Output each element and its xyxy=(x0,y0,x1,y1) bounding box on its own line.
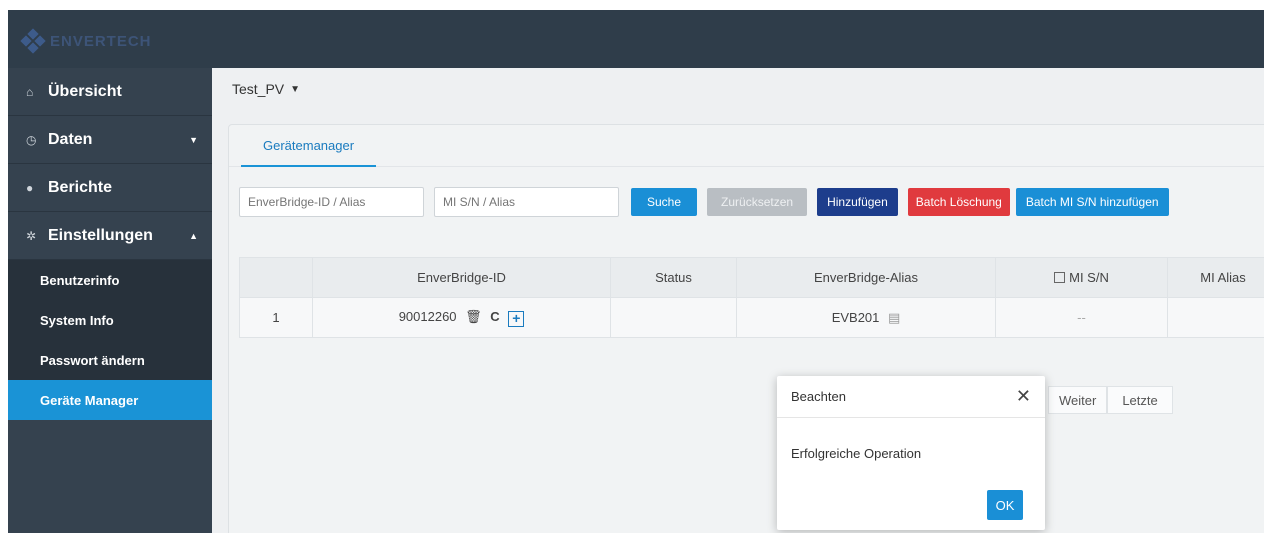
mi-sn-cell: -- xyxy=(995,297,1168,338)
sidebar-item-data[interactable]: ◷ Daten ▼ xyxy=(8,116,212,164)
clock-icon: ◷ xyxy=(26,132,37,147)
logo-text: ENVERTECH xyxy=(50,32,152,50)
status-cell xyxy=(610,297,737,338)
reset-button[interactable]: Zurücksetzen xyxy=(707,188,808,216)
sidebar-item-user-info[interactable]: Benutzerinfo xyxy=(8,260,212,300)
bridge-search-input[interactable] xyxy=(239,187,424,217)
dialog-header: Beachten ✕ xyxy=(777,376,1045,418)
column-header-mi-sn: MI S/N xyxy=(995,257,1168,298)
gear-icon: ✲ xyxy=(26,228,37,243)
add-mi-icon[interactable]: + xyxy=(508,310,525,327)
refresh-icon[interactable]: C xyxy=(490,309,499,324)
ok-button[interactable]: OK xyxy=(987,490,1023,520)
pagination: Weiter Letzte xyxy=(1048,386,1173,414)
settings-submenu: Benutzerinfo System Info Passwort ändern… xyxy=(8,260,212,420)
tab-bar: Gerätemanager xyxy=(229,125,1264,167)
sidebar-item-device-manager[interactable]: Geräte Manager xyxy=(8,380,212,420)
trash-icon[interactable]: 🗑 xyxy=(465,309,482,325)
column-header-bridge-alias: EnverBridge-Alias xyxy=(736,257,996,298)
device-manager-card: Gerätemanager Suche Zurücksetzen Hinzufü… xyxy=(228,124,1264,533)
bridge-id-value: 90012260 xyxy=(398,308,457,324)
device-table: EnverBridge-ID Status EnverBridge-Alias … xyxy=(239,257,1264,338)
plant-selector[interactable]: Test_PV ▼ xyxy=(212,68,1264,110)
sidebar-item-label: Übersicht xyxy=(48,82,122,100)
last-page-button[interactable]: Letzte xyxy=(1107,386,1173,414)
bridge-alias-value: EVB201 xyxy=(831,309,880,325)
column-header-status: Status xyxy=(610,257,737,298)
database-icon: ● xyxy=(26,180,34,195)
add-button[interactable]: Hinzufügen xyxy=(817,188,898,216)
home-icon: ⌂ xyxy=(26,84,34,99)
edit-icon[interactable]: ▤ xyxy=(888,310,900,326)
next-page-button[interactable]: Weiter xyxy=(1048,386,1108,414)
sidebar-item-overview[interactable]: ⌂ Übersicht xyxy=(8,68,212,116)
column-header-index xyxy=(239,257,313,298)
close-icon[interactable]: ✕ xyxy=(1016,386,1031,407)
sidebar: ⌂ Übersicht ◷ Daten ▼ ● Berichte ✲ Einst… xyxy=(8,68,212,533)
dialog-title: Beachten xyxy=(791,389,846,404)
caret-down-icon: ▼ xyxy=(189,134,198,145)
mi-alias-cell xyxy=(1167,297,1264,338)
sidebar-item-label: Einstellungen xyxy=(48,226,153,244)
column-header-mi-sn-label: MI S/N xyxy=(1069,270,1109,285)
caret-down-icon: ▼ xyxy=(290,83,301,95)
plant-name: Test_PV xyxy=(232,81,285,97)
logo-mark-icon xyxy=(20,28,46,54)
table-row: 1 90012260 🗑 C + EVB201 ▤ -- xyxy=(239,297,1264,338)
select-all-checkbox[interactable] xyxy=(1054,272,1066,283)
column-header-bridge-id: EnverBridge-ID xyxy=(312,257,611,298)
caret-up-icon: ▲ xyxy=(189,230,198,241)
mi-search-input[interactable] xyxy=(434,187,619,217)
sidebar-item-label: Berichte xyxy=(48,178,113,196)
brand-logo[interactable]: ENVERTECH xyxy=(20,28,152,54)
column-header-mi-alias: MI Alias xyxy=(1167,257,1264,298)
filter-toolbar: Suche Zurücksetzen Hinzufügen Batch Lösc… xyxy=(239,187,1169,217)
tab-device-manager[interactable]: Gerätemanager xyxy=(241,125,377,167)
table-header-row: EnverBridge-ID Status EnverBridge-Alias … xyxy=(239,257,1264,298)
bridge-id-cell: 90012260 🗑 C + xyxy=(312,297,611,338)
sidebar-item-system-info[interactable]: System Info xyxy=(8,300,212,340)
sidebar-item-reports[interactable]: ● Berichte xyxy=(8,164,212,212)
batch-delete-button[interactable]: Batch Löschung xyxy=(907,188,1010,216)
top-bar: ENVERTECH xyxy=(8,10,1264,68)
batch-add-mi-button[interactable]: Batch MI S/N hinzufügen xyxy=(1015,188,1169,216)
sidebar-item-change-password[interactable]: Passwort ändern xyxy=(8,340,212,380)
sidebar-item-label: Daten xyxy=(48,130,93,148)
notice-dialog: Beachten ✕ Erfolgreiche Operation OK xyxy=(777,376,1045,530)
main-content: Test_PV ▼ Gerätemanager Suche Zurücksetz… xyxy=(212,68,1264,533)
row-index: 1 xyxy=(239,297,313,338)
dialog-message: Erfolgreiche Operation xyxy=(791,446,922,461)
sidebar-item-settings[interactable]: ✲ Einstellungen ▲ xyxy=(8,212,212,260)
bridge-alias-cell: EVB201 ▤ xyxy=(736,297,996,338)
app-frame: ENVERTECH ⌂ Übersicht ◷ Daten ▼ ● Berich… xyxy=(8,10,1264,533)
search-button[interactable]: Suche xyxy=(631,188,698,216)
